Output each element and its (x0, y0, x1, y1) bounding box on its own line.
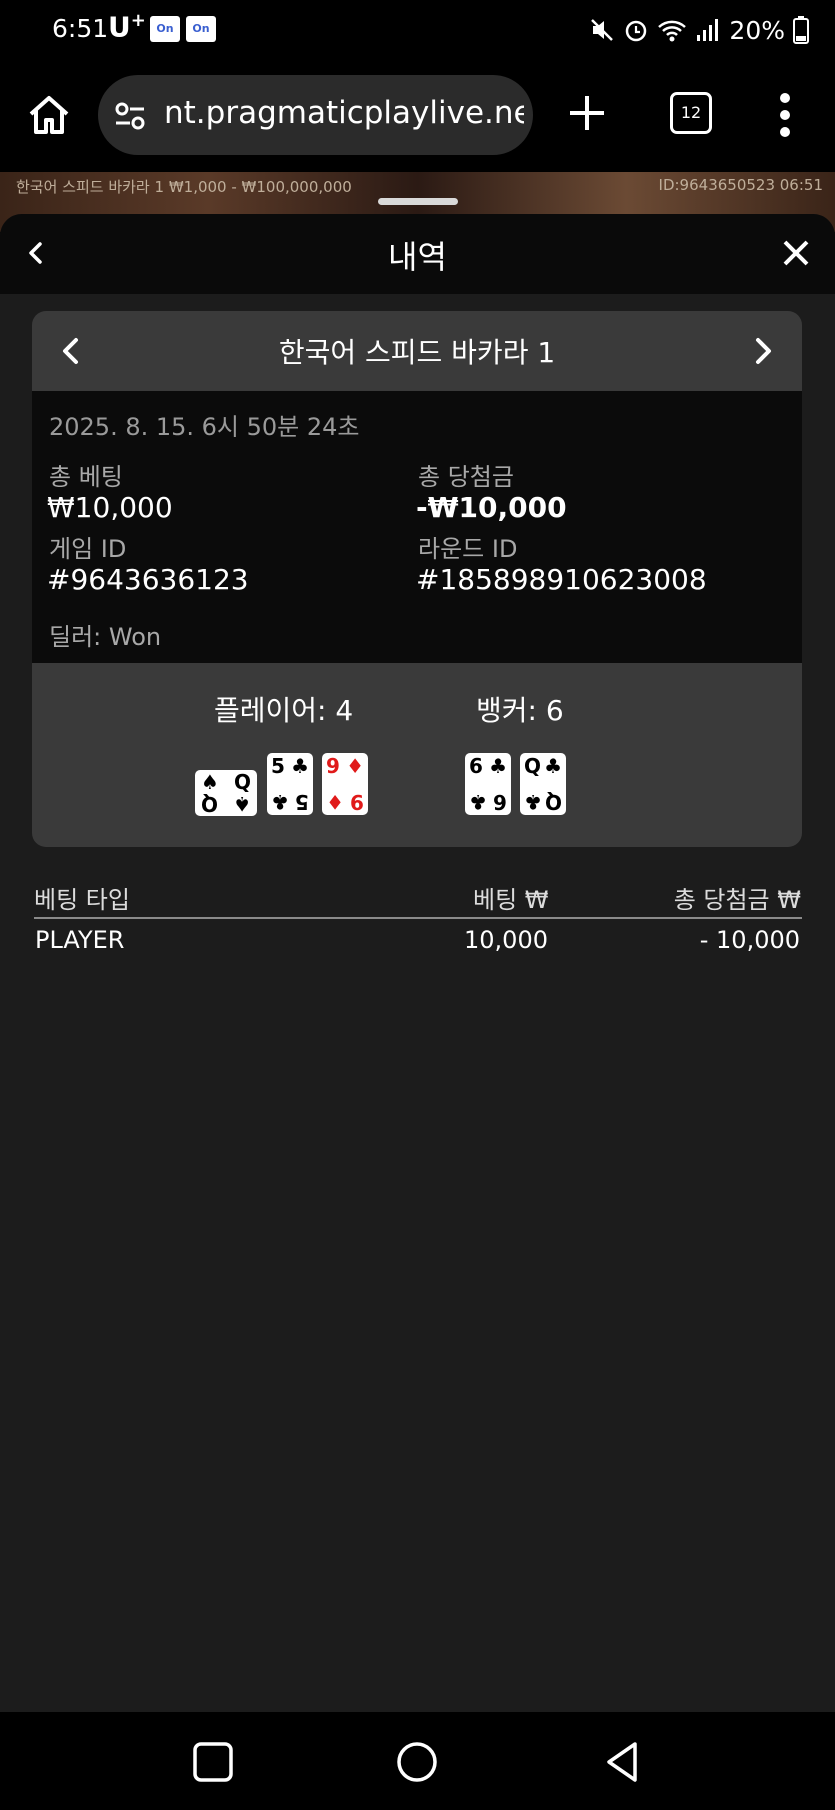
tab-switcher-button[interactable]: 12 (670, 92, 712, 134)
history-sheet: 내역 한국어 스피드 바카라 1 2025. 8. 15. 6시 50분 24초… (0, 198, 835, 1712)
alarm-icon (626, 20, 647, 42)
player-card-1: ♠ Q Q ♠ (195, 770, 257, 816)
browser-toolbar: nt.pragmaticplaylive.net 12 (0, 62, 835, 172)
status-icons: 20% (589, 12, 809, 48)
battery-percent: 20% (729, 15, 785, 45)
hands-panel: 플레이어: 4 뱅커: 6 ♠ Q Q ♠ 5 ♣ ♣ 5 9 ♦ ♦ 9 6 … (32, 663, 802, 847)
table-divider (34, 917, 802, 919)
address-bar[interactable]: nt.pragmaticplaylive.net (98, 75, 533, 155)
round-info: 2025. 8. 15. 6시 50분 24초 총 베팅 ₩10,000 총 당… (32, 391, 802, 663)
new-tab-icon[interactable] (566, 92, 608, 134)
recent-apps-icon[interactable] (191, 1740, 235, 1784)
column-header-total-win: 총 당첨금 ₩ (673, 886, 801, 914)
carrier-label: U+ (108, 10, 146, 44)
total-win-value: -₩10,000 (416, 491, 567, 524)
home-nav-icon[interactable] (395, 1740, 439, 1784)
player-score: 플레이어: 4 (214, 694, 354, 727)
sheet-title: 내역 (388, 238, 447, 276)
banker-card-2: Q ♣ ♣ Q (520, 753, 566, 815)
table-name: 한국어 스피드 바카라 1 (278, 336, 556, 369)
game-id-label: 게임 ID (49, 535, 127, 563)
app-notification-icon: On (186, 16, 216, 42)
more-menu-icon[interactable] (778, 90, 792, 140)
column-header-bet-type: 베팅 타입 (34, 886, 130, 914)
close-icon[interactable] (779, 236, 813, 270)
next-round-chevron-icon[interactable] (744, 333, 780, 369)
sheet-header: 내역 (0, 214, 835, 294)
table-row-bet-amount: 10,000 (464, 926, 548, 954)
game-id-text: ID:9643650523 06:51 (658, 176, 823, 194)
app-notification-icon: On (150, 16, 180, 42)
total-win-label: 총 당첨금 (418, 463, 514, 491)
status-bar: 6:51 U+ On On 20% (0, 0, 835, 62)
mute-icon (591, 19, 614, 41)
status-time: 6:51 (52, 14, 109, 43)
signal-icon (697, 19, 719, 41)
round-detail-card: 한국어 스피드 바카라 1 2025. 8. 15. 6시 50분 24초 총 … (32, 311, 802, 847)
player-card-2: 5 ♣ ♣ 5 (267, 753, 313, 815)
round-id-value: #185898910623008 (416, 563, 707, 596)
wifi-icon (658, 20, 687, 42)
table-row-total-win: - 10,000 (699, 926, 800, 954)
back-nav-icon[interactable] (601, 1740, 645, 1784)
round-id-label: 라운드 ID (418, 535, 518, 563)
round-datetime: 2025. 8. 15. 6시 50분 24초 (49, 413, 360, 441)
banker-score: 뱅커: 6 (476, 694, 564, 727)
site-settings-icon[interactable] (114, 100, 146, 132)
battery-icon (793, 16, 809, 44)
system-nav-bar (0, 1712, 835, 1810)
player-card-3: 9 ♦ ♦ 9 (322, 753, 368, 815)
total-bet-value: ₩10,000 (47, 491, 173, 524)
url-text[interactable]: nt.pragmaticplaylive.net (164, 95, 524, 131)
card-header: 한국어 스피드 바카라 1 (32, 311, 802, 391)
drag-handle[interactable] (378, 198, 458, 205)
column-header-bet-amount: 베팅 ₩ (473, 886, 549, 914)
dealer-name: 딜러: Won (49, 623, 162, 651)
total-bet-label: 총 베팅 (49, 463, 123, 491)
game-id-value: #9643636123 (47, 563, 249, 596)
table-row-bet-type: PLAYER (35, 926, 125, 954)
game-limits-text: 한국어 스피드 바카라 1 ₩1,000 - ₩100,000,000 (16, 178, 352, 196)
banker-card-1: 6 ♣ ♣ 6 (465, 753, 511, 815)
home-icon[interactable] (26, 92, 72, 138)
